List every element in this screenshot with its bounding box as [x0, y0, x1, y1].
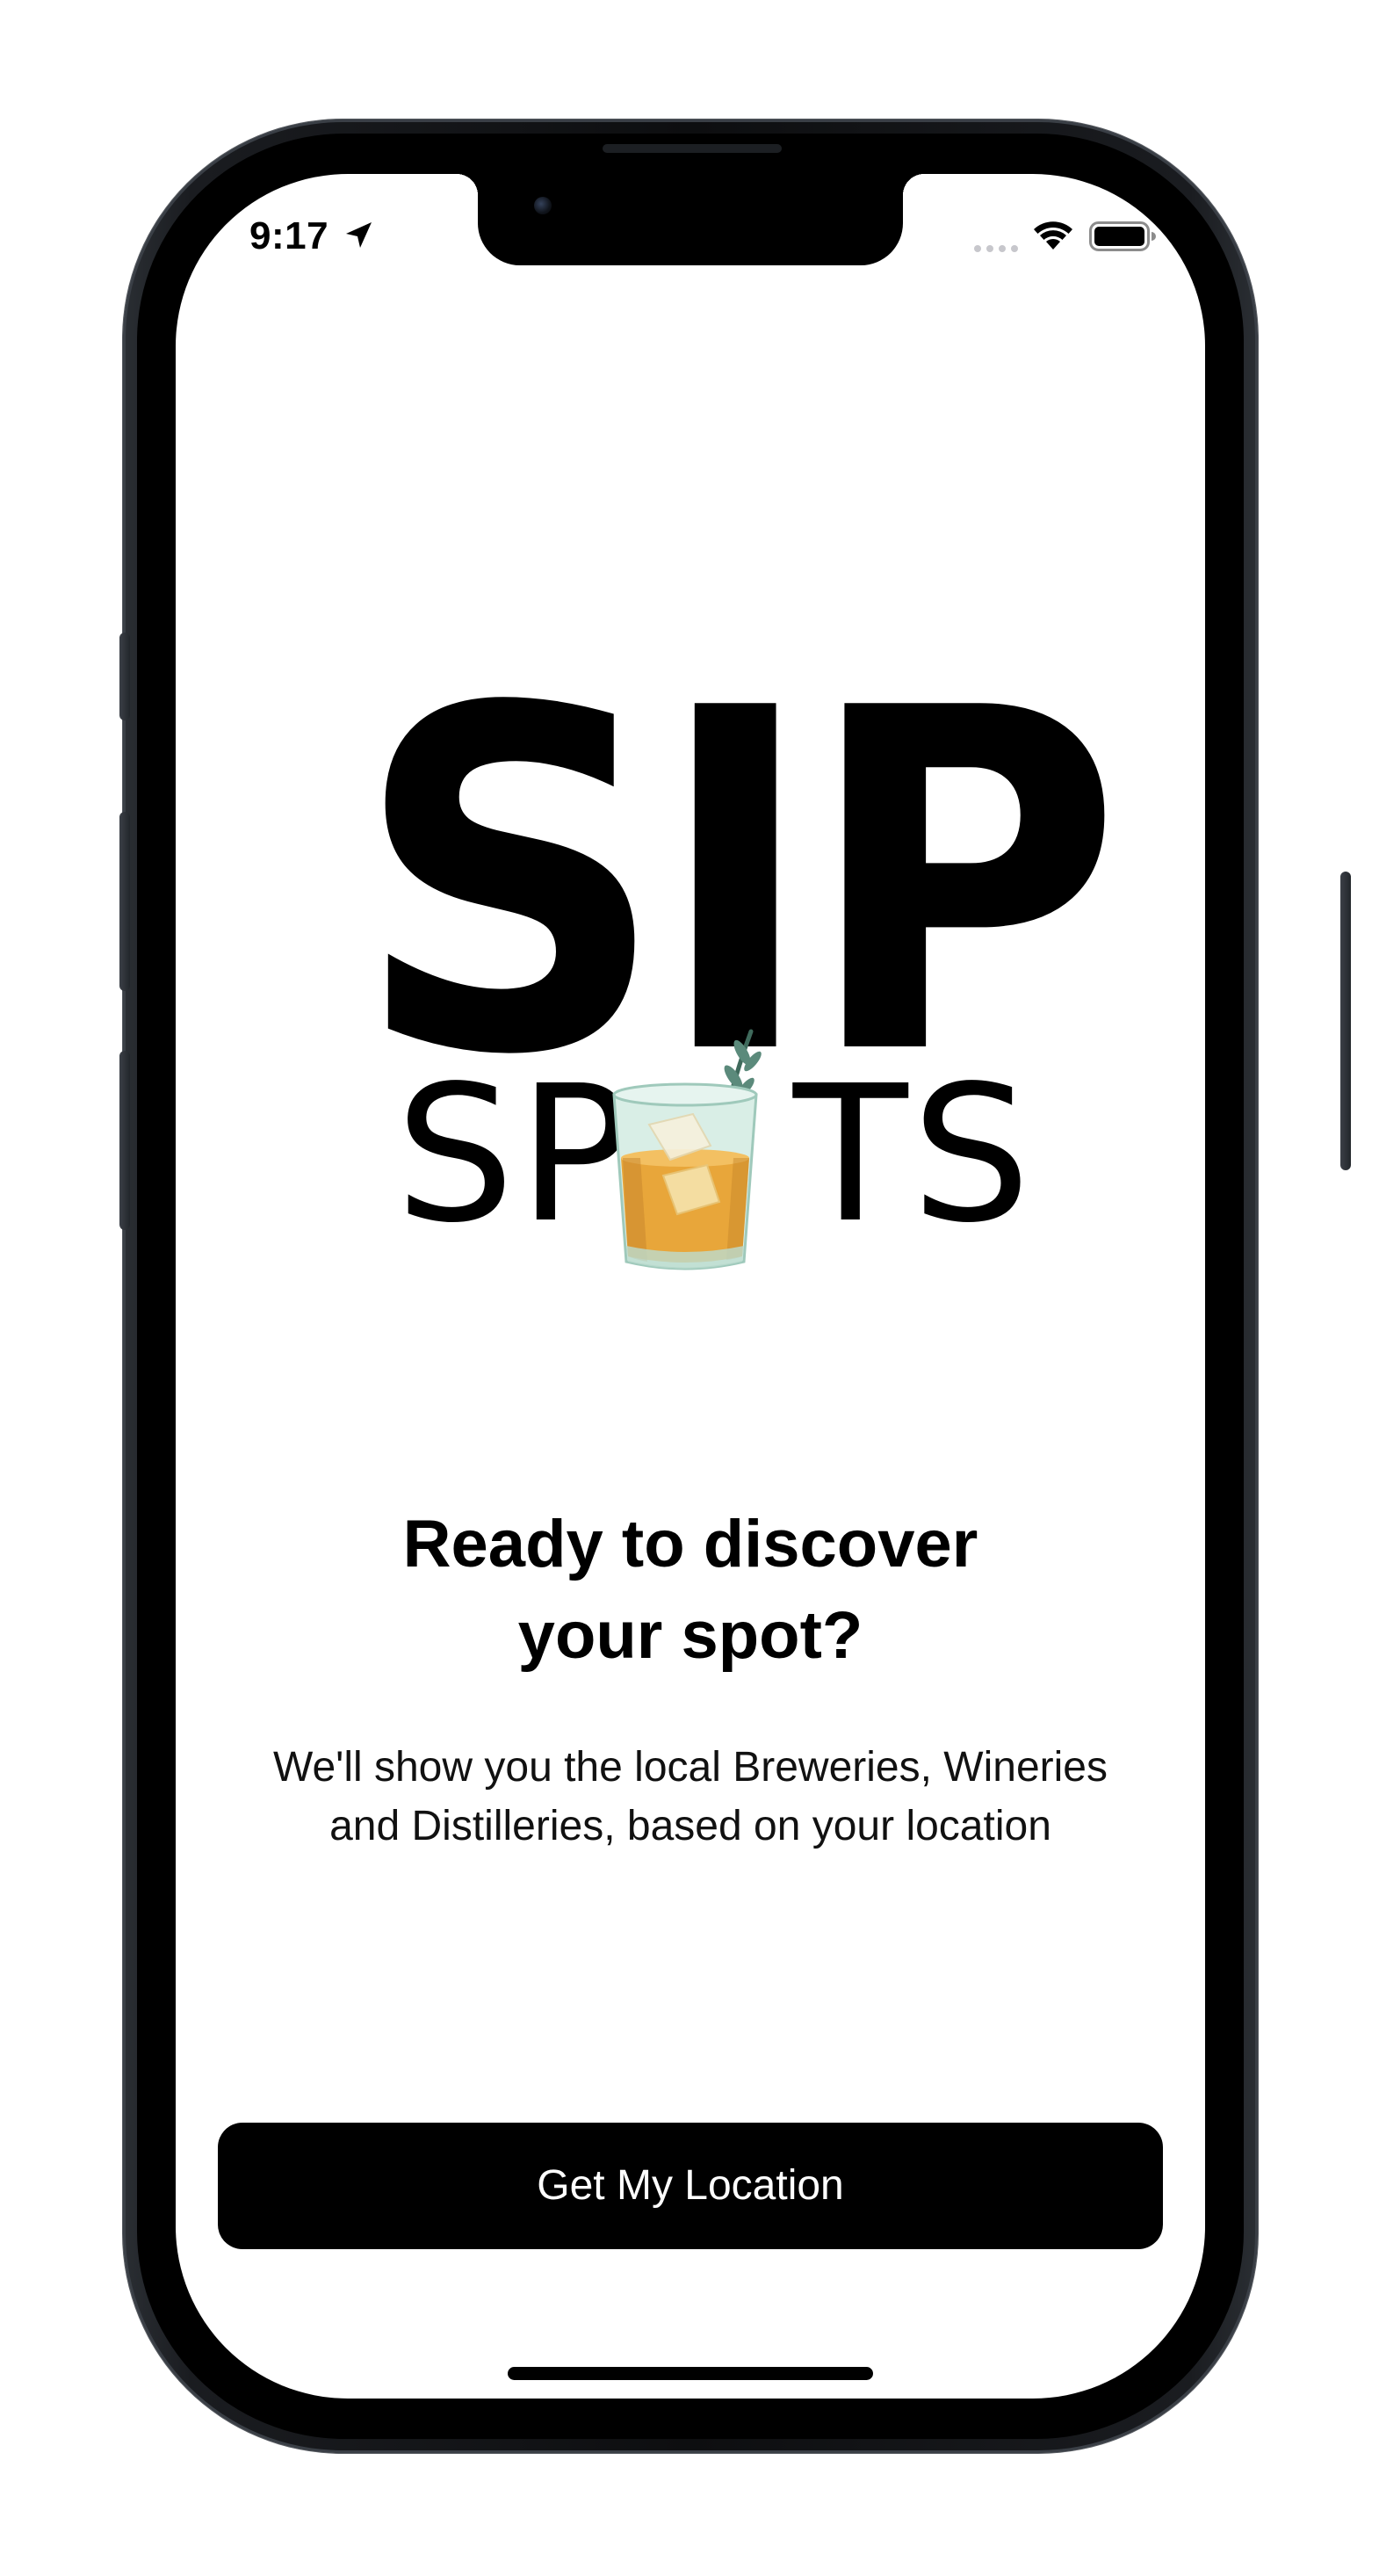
onboarding-headline: Ready to discover your spot? [176, 1499, 1205, 1682]
power-button [1340, 872, 1351, 1170]
home-indicator[interactable] [508, 2367, 873, 2380]
description-line-2: and Distilleries, based on your location [329, 1803, 1051, 1849]
logo-spots: SP TS [395, 1029, 1030, 1307]
battery-icon [1089, 221, 1156, 251]
headline-line-1: Ready to discover [402, 1507, 978, 1581]
volume-up-button [119, 812, 130, 991]
status-time: 9:17 [249, 214, 329, 257]
cellular-signal-icon [974, 245, 1018, 252]
headline-line-2: your spot? [517, 1598, 863, 1673]
notch [457, 174, 924, 265]
page: 9:17 SIP SP TS Ready to discover your sp… [0, 0, 1379, 2576]
silent-switch [119, 633, 130, 720]
logo-spots-left: SP [395, 1046, 635, 1264]
sip-spots-logo: SIP SP TS [325, 648, 1123, 1299]
volume-down-button [119, 1051, 130, 1230]
wifi-icon [1034, 221, 1072, 250]
app-screen: 9:17 SIP SP TS Ready to discover your sp… [176, 174, 1205, 2399]
front-camera [534, 197, 552, 214]
get-my-location-button[interactable]: Get My Location [218, 2123, 1163, 2249]
whiskey-glass-icon [612, 1029, 762, 1270]
onboarding-description: We'll show you the local Breweries, Wine… [228, 1738, 1152, 1856]
earpiece-speaker [603, 144, 782, 153]
location-arrow-icon [346, 222, 372, 248]
description-line-1: We'll show you the local Breweries, Wine… [273, 1744, 1108, 1791]
logo-spots-right: TS [792, 1046, 1035, 1264]
